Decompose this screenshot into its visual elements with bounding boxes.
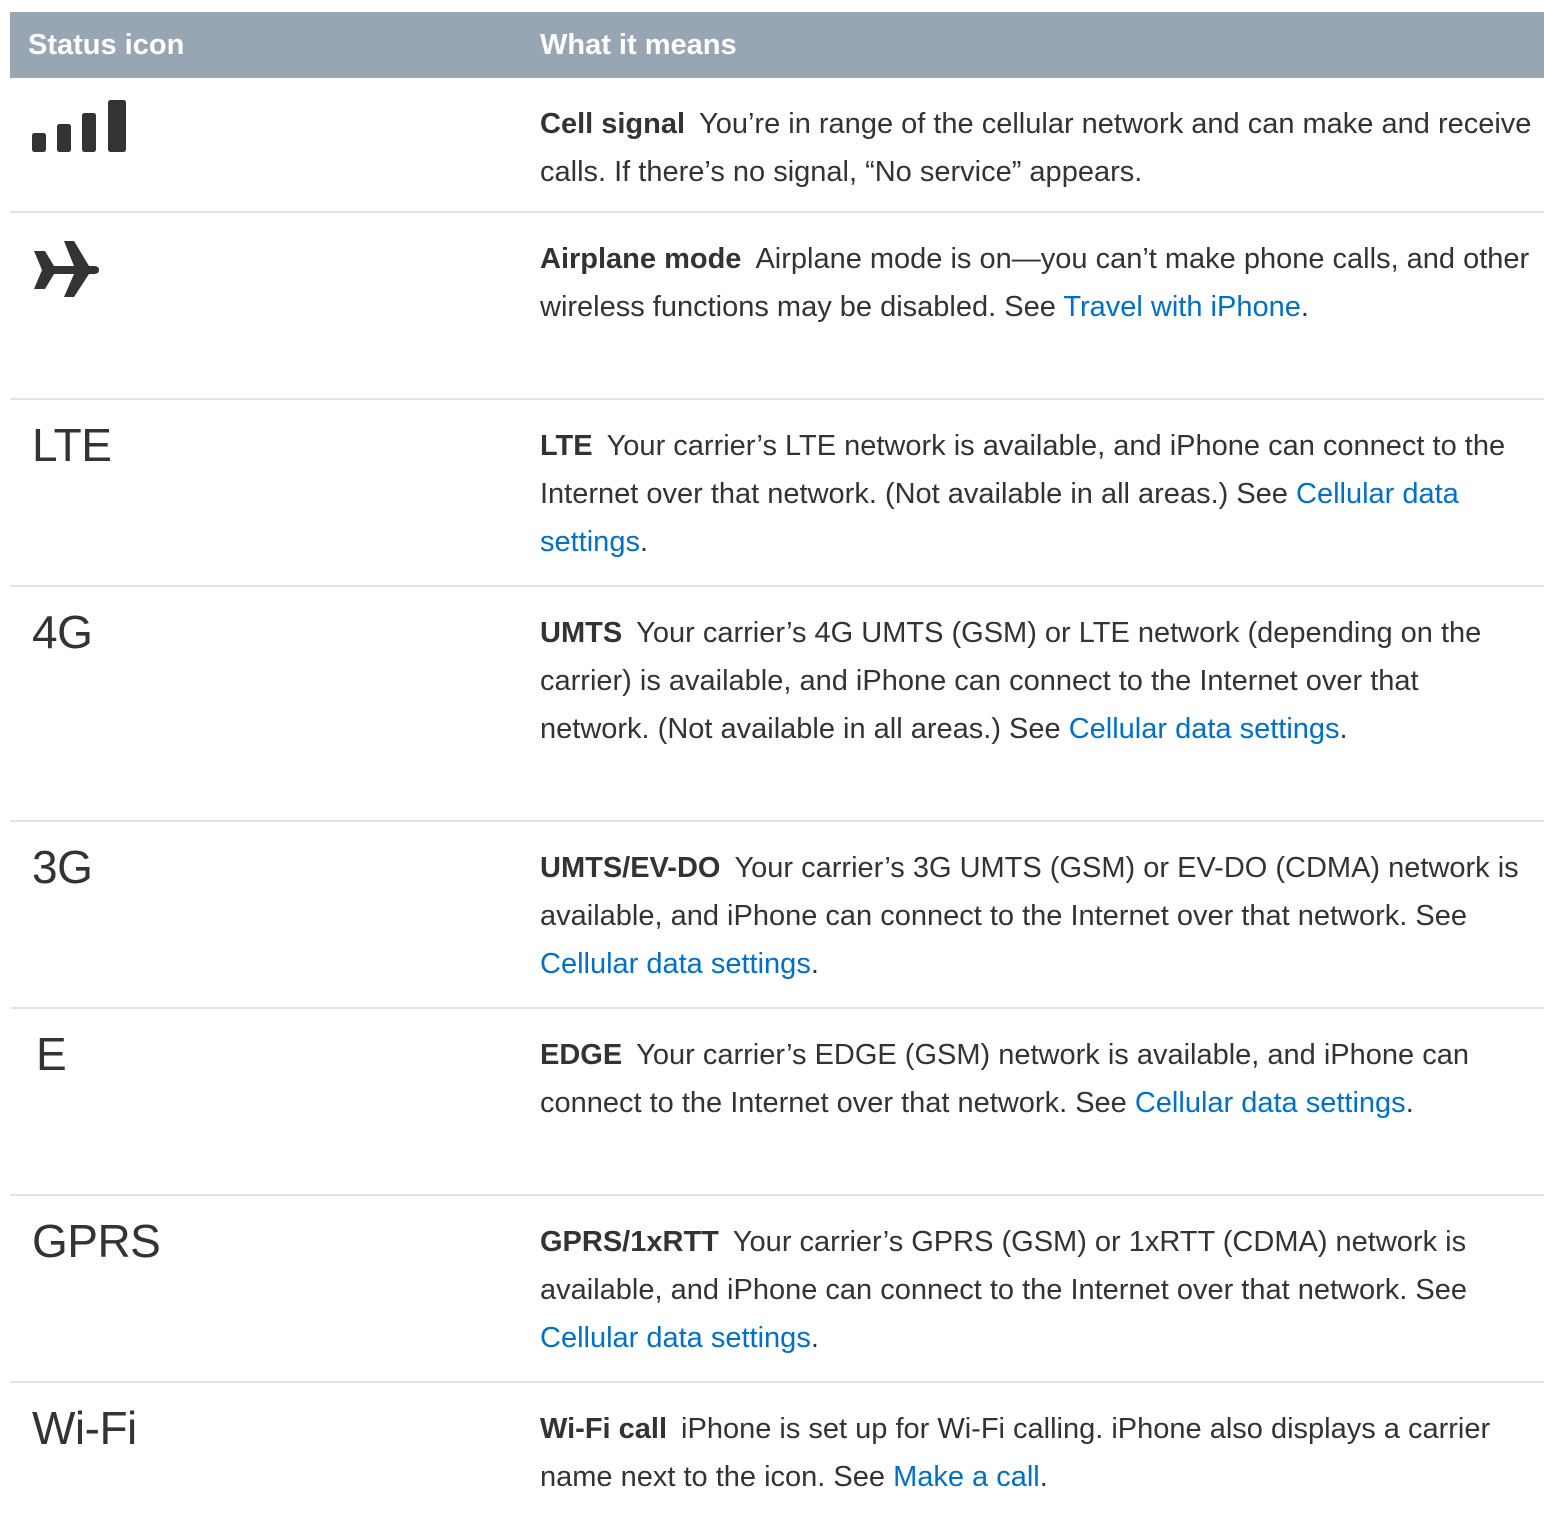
cellular-data-settings-link[interactable]: Cellular data settings [1135, 1087, 1406, 1119]
table-row: E EDGE Your carrier’s EDGE (GSM) network … [10, 1009, 1544, 1196]
row-punctuation: . [1339, 713, 1348, 745]
row-description: LTE Your carrier’s LTE network is availab… [540, 400, 1544, 586]
cellular-data-settings-link[interactable]: Cellular data settings [540, 1322, 811, 1354]
row-title: EDGE [540, 1039, 623, 1071]
row-description: GPRS/1xRTT Your carrier’s GPRS (GSM) or 1… [540, 1196, 1544, 1382]
table-row: 3G UMTS/EV-DO Your carrier’s 3G UMTS (GSM… [10, 822, 1544, 1009]
row-title: Airplane mode [540, 243, 742, 275]
row-punctuation: . [810, 948, 819, 980]
table-row: Wi-Fi Wi-Fi call iPhone is set up for Wi-… [10, 1383, 1544, 1508]
row-punctuation: . [639, 526, 649, 558]
row-description: Airplane mode Airplane mode is on—you can… [540, 213, 1544, 351]
table-header: Status icon What it means [10, 12, 1544, 78]
row-punctuation: . [810, 1322, 819, 1354]
table-row: GPRS GPRS/1xRTT Your carrier’s GPRS (GSM)… [10, 1196, 1544, 1383]
row-title: Wi-Fi call [540, 1413, 668, 1445]
status-icons-table: Status icon What it means Cell signal You… [10, 12, 1544, 1508]
table-row: LTE LTE Your carrier’s LTE network is ava… [10, 400, 1544, 587]
row-title: LTE [540, 430, 593, 462]
cellular-data-settings-link[interactable]: Cellular data settings [540, 948, 811, 980]
3g-icon: 3G [32, 841, 93, 893]
table-row: Cell signal You’re in range of the cellul… [10, 78, 1544, 213]
row-title: Cell signal [540, 108, 686, 140]
table-row: Airplane mode Airplane mode is on—you can… [10, 213, 1544, 400]
cellular-data-settings-link[interactable]: Cellular data settings [1069, 713, 1340, 745]
row-title: UMTS [540, 617, 623, 649]
row-description: EDGE Your carrier’s EDGE (GSM) network is… [540, 1009, 1544, 1147]
edge-icon: E [36, 1028, 67, 1080]
travel-with-iphone-link[interactable]: Travel with iPhone [1063, 291, 1300, 323]
row-title: GPRS/1xRTT [540, 1226, 719, 1258]
row-description: Cell signal You’re in range of the cellul… [540, 78, 1544, 216]
row-description: Wi-Fi call iPhone is set up for Wi-Fi cal… [540, 1383, 1544, 1521]
row-description: UMTS Your carrier’s 4G UMTS (GSM) or LTE … [540, 587, 1544, 773]
wifi-call-icon: Wi-Fi [32, 1402, 137, 1454]
lte-icon: LTE [32, 419, 112, 471]
table-row: 4G UMTS Your carrier’s 4G UMTS (GSM) or L… [10, 587, 1544, 822]
airplane-icon [32, 239, 100, 304]
row-punctuation: . [1039, 1461, 1048, 1493]
row-text: You’re in range of the cellular network … [540, 108, 1532, 188]
cell-signal-icon [32, 96, 128, 159]
4g-icon: 4G [32, 606, 93, 658]
row-punctuation: . [1300, 291, 1309, 323]
header-status-icon: Status icon [28, 29, 185, 61]
gprs-icon: GPRS [32, 1215, 161, 1267]
row-title: UMTS/EV-DO [540, 852, 721, 884]
row-punctuation: . [1405, 1087, 1414, 1119]
row-description: UMTS/EV-DO Your carrier’s 3G UMTS (GSM) o… [540, 822, 1544, 1008]
header-what-it-means: What it means [540, 29, 737, 61]
make-a-call-link[interactable]: Make a call [893, 1461, 1040, 1493]
